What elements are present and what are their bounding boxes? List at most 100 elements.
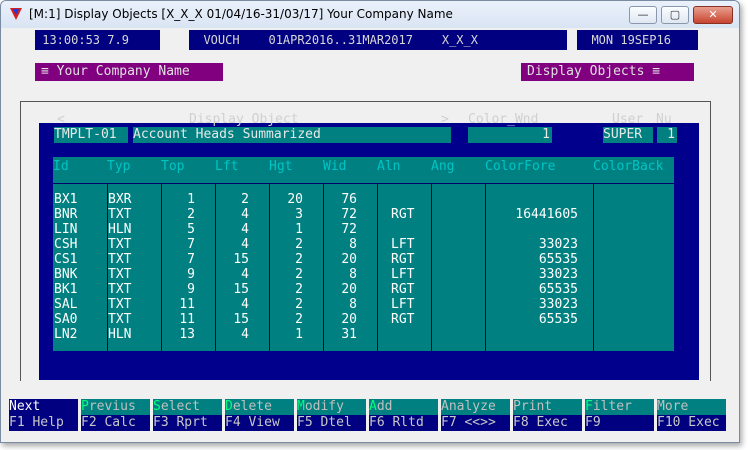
table-cell[interactable]: 20	[269, 192, 323, 207]
table-cell[interactable]	[593, 237, 674, 252]
fkey-action-add[interactable]: Add	[369, 399, 438, 415]
table-cell[interactable]: 4	[215, 207, 269, 222]
table-cell[interactable]: 31	[323, 327, 377, 342]
fkey-5[interactable]: F5 Dtel	[297, 415, 366, 431]
table-cell[interactable]: 15	[215, 312, 269, 327]
table-cell[interactable]	[593, 192, 674, 207]
table-cell[interactable]: 65535	[485, 282, 593, 297]
table-cell[interactable]: BNR	[53, 207, 107, 222]
fkey-2[interactable]: F2 Calc	[81, 415, 150, 431]
table-cell[interactable]: 5	[161, 222, 215, 237]
nu-field[interactable]: 1	[657, 127, 677, 143]
table-cell[interactable]: 9	[161, 267, 215, 282]
table-cell[interactable]: 4	[215, 222, 269, 237]
fkey-10[interactable]: F10 Exec	[657, 415, 726, 431]
table-cell[interactable]: 15	[215, 282, 269, 297]
table-cell[interactable]: LFT	[377, 237, 431, 252]
table-cell[interactable]	[593, 327, 674, 342]
table-cell[interactable]: HLN	[107, 327, 161, 342]
table-cell[interactable]: 20	[323, 282, 377, 297]
table-cell[interactable]: 7	[161, 237, 215, 252]
table-cell[interactable]: RGT	[377, 207, 431, 222]
table-cell[interactable]: 76	[323, 192, 377, 207]
col-top[interactable]: Top	[161, 157, 184, 183]
table-cell[interactable]: 20	[323, 252, 377, 267]
template-code-field[interactable]: TMPLT-01	[54, 127, 128, 143]
table-cell[interactable]: 1	[269, 327, 323, 342]
table-cell[interactable]: RGT	[377, 282, 431, 297]
table-cell[interactable]: BK1	[53, 282, 107, 297]
col-lft[interactable]: Lft	[215, 157, 238, 183]
fkey-7[interactable]: F7 <<>>	[441, 415, 510, 431]
table-cell[interactable]	[485, 192, 593, 207]
col-colorfore[interactable]: ColorFore	[485, 157, 555, 183]
table-cell[interactable]	[431, 267, 485, 282]
table-cell[interactable]: TXT	[107, 282, 161, 297]
table-cell[interactable]: 15	[215, 252, 269, 267]
close-button[interactable]: ✕	[693, 6, 733, 24]
table-cell[interactable]	[431, 222, 485, 237]
table-cell[interactable]: RGT	[377, 312, 431, 327]
col-ang[interactable]: Ang	[431, 157, 454, 183]
fkey-action-previus[interactable]: Previus	[81, 399, 150, 415]
fkey-action-print[interactable]: Print	[513, 399, 582, 415]
table-cell[interactable]: RGT	[377, 252, 431, 267]
table-cell[interactable]: 2	[269, 312, 323, 327]
table-cell[interactable]: 2	[161, 207, 215, 222]
table-cell[interactable]: 1	[269, 222, 323, 237]
minimize-button[interactable]: —	[629, 6, 657, 24]
table-cell[interactable]	[431, 207, 485, 222]
table-cell[interactable]	[593, 252, 674, 267]
table-cell[interactable]: 4	[215, 237, 269, 252]
fkey-3[interactable]: F3 Rprt	[153, 415, 222, 431]
table-cell[interactable]: 2	[269, 297, 323, 312]
maximize-button[interactable]: ▢	[661, 6, 689, 24]
col-wid[interactable]: Wid	[323, 157, 346, 183]
table-cell[interactable]	[431, 192, 485, 207]
table-cell[interactable]: 8	[323, 237, 377, 252]
table-cell[interactable]: LFT	[377, 297, 431, 312]
fkey-action-next[interactable]: Next	[9, 399, 78, 415]
table-cell[interactable]: 2	[269, 237, 323, 252]
table-cell[interactable]: TXT	[107, 267, 161, 282]
table-cell[interactable]: 11	[161, 297, 215, 312]
table-cell[interactable]: 8	[323, 297, 377, 312]
fkey-action-modify[interactable]: Modify	[297, 399, 366, 415]
table-cell[interactable]	[431, 312, 485, 327]
col-typ[interactable]: Typ	[107, 157, 130, 183]
table-cell[interactable]: TXT	[107, 252, 161, 267]
table-cell[interactable]: TXT	[107, 297, 161, 312]
table-cell[interactable]: 3	[269, 207, 323, 222]
table-cell[interactable]: 16441605	[485, 207, 593, 222]
table-cell[interactable]: 65535	[485, 312, 593, 327]
table-cell[interactable]	[593, 222, 674, 237]
table-cell[interactable]: 9	[161, 282, 215, 297]
previous-arrow[interactable]: <	[57, 112, 65, 127]
table-cell[interactable]: 7	[161, 252, 215, 267]
table-cell[interactable]: 4	[215, 267, 269, 282]
table-cell[interactable]: 2	[269, 267, 323, 282]
table-cell[interactable]	[485, 327, 593, 342]
fkey-1[interactable]: F1 Help	[9, 415, 78, 431]
fkey-action-delete[interactable]: Delete	[225, 399, 294, 415]
table-cell[interactable]: 33023	[485, 267, 593, 282]
table-cell[interactable]: 2	[215, 192, 269, 207]
table-cell[interactable]	[377, 327, 431, 342]
fkey-4[interactable]: F4 View	[225, 415, 294, 431]
col-id[interactable]: Id	[53, 157, 69, 183]
fkey-8[interactable]: F8 Exec	[513, 415, 582, 431]
title-bar[interactable]: [M:1] Display Objects [X_X_X 01/04/16-31…	[1, 1, 739, 28]
table-cell[interactable]	[593, 297, 674, 312]
table-cell[interactable]: 2	[269, 282, 323, 297]
table-cell[interactable]: 65535	[485, 252, 593, 267]
objects-table[interactable]: Id Typ Top Lft Hgt Wid Aln Ang ColorFore…	[53, 157, 674, 351]
table-cell[interactable]: 4	[215, 297, 269, 312]
fkey-action-filter[interactable]: Filter	[585, 399, 654, 415]
table-cell[interactable]	[431, 282, 485, 297]
table-cell[interactable]: 33023	[485, 237, 593, 252]
table-cell[interactable]: BX1	[53, 192, 107, 207]
table-cell[interactable]: BXR	[107, 192, 161, 207]
company-caption[interactable]: ≡ Your Company Name	[35, 63, 223, 81]
table-cell[interactable]: TXT	[107, 312, 161, 327]
fkey-action-analyze[interactable]: Analyze	[441, 399, 510, 415]
